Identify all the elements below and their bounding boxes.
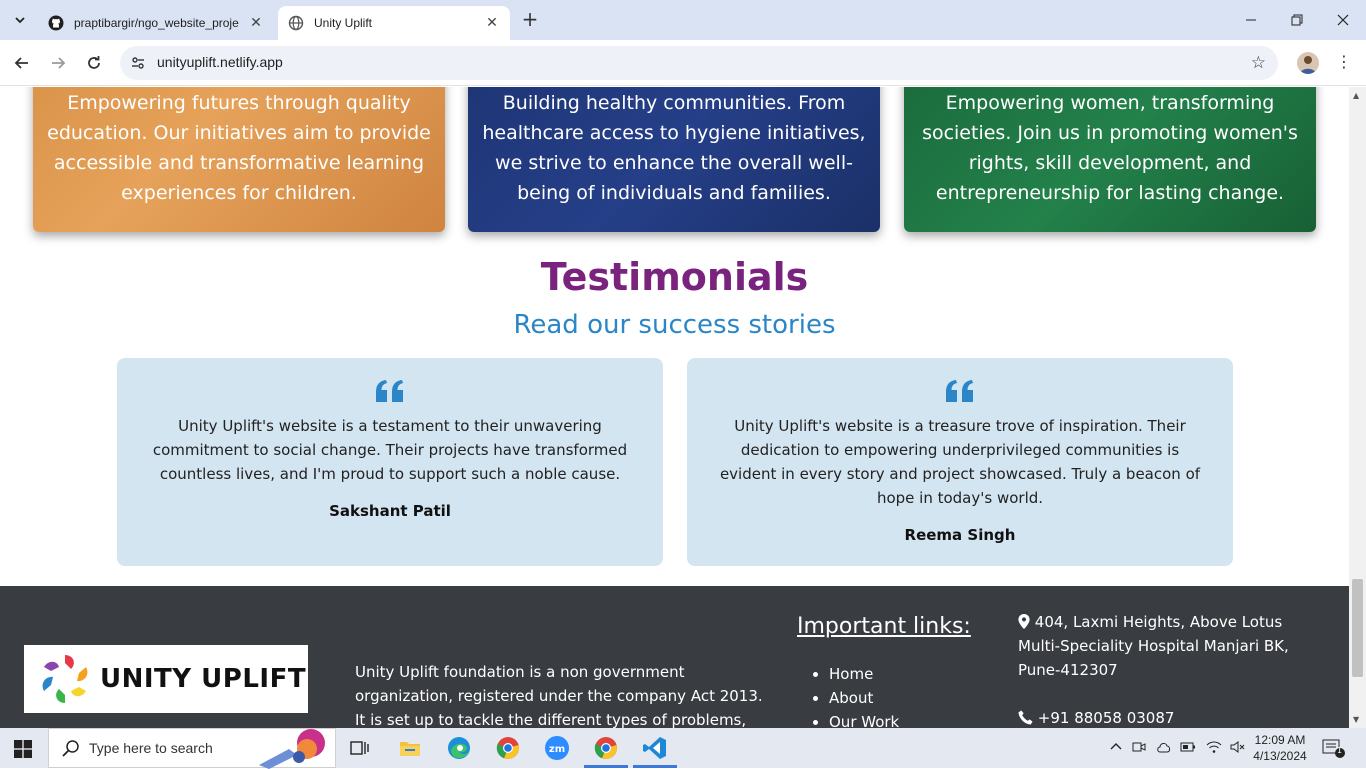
service-card-text: Building healthy communities. From healt… bbox=[482, 92, 866, 204]
scroll-up-arrow-icon[interactable]: ▲ bbox=[1353, 91, 1359, 100]
search-highlight-art-icon bbox=[259, 729, 325, 769]
quote-icon bbox=[946, 380, 973, 402]
service-card-women[interactable]: Empowering women, transforming societies… bbox=[904, 87, 1316, 232]
footer-logo[interactable]: UNITY UPLIFT bbox=[24, 645, 308, 713]
clock-time: 12:09 AM bbox=[1254, 733, 1306, 747]
footer-link-our-work[interactable]: Our Work bbox=[829, 710, 899, 728]
restore-icon[interactable] bbox=[1274, 0, 1320, 40]
notification-center-icon[interactable]: 1 bbox=[1322, 738, 1346, 758]
testimonial-author: Reema Singh bbox=[904, 526, 1016, 544]
forward-arrow-icon[interactable] bbox=[46, 51, 70, 75]
meet-now-icon[interactable] bbox=[1132, 740, 1146, 757]
minimize-icon[interactable] bbox=[1228, 0, 1274, 40]
testimonial-card: Unity Uplift's website is a treasure tro… bbox=[687, 358, 1233, 566]
back-arrow-icon[interactable] bbox=[10, 51, 34, 75]
notification-count-badge: 1 bbox=[1337, 746, 1343, 755]
tab-close-icon[interactable]: ✕ bbox=[484, 15, 500, 31]
file-explorer-icon[interactable] bbox=[396, 734, 424, 762]
profile-avatar[interactable] bbox=[1297, 52, 1319, 74]
onedrive-cloud-icon[interactable] bbox=[1156, 741, 1172, 756]
close-window-icon[interactable] bbox=[1320, 0, 1366, 40]
svg-text:zm: zm bbox=[549, 744, 565, 755]
site-info-icon[interactable] bbox=[130, 55, 146, 71]
windows-taskbar: Type here to search zm 12:09 AM 4/13/202… bbox=[0, 728, 1366, 769]
important-links-title: Important links: bbox=[797, 614, 971, 639]
new-tab-button[interactable]: + bbox=[518, 8, 542, 32]
wifi-icon[interactable] bbox=[1206, 740, 1222, 757]
tab-search-chevron-icon[interactable] bbox=[8, 8, 32, 32]
service-card-health[interactable]: Building healthy communities. From healt… bbox=[468, 87, 880, 232]
important-links-list: Home About Our Work bbox=[829, 662, 899, 728]
zoom-icon[interactable]: zm bbox=[543, 734, 571, 762]
chrome-active-icon[interactable] bbox=[584, 734, 628, 768]
logo-text: UNITY UPLIFT bbox=[100, 664, 307, 694]
phone-row: +91 88058 03087 bbox=[1018, 706, 1318, 728]
volume-muted-icon[interactable] bbox=[1230, 740, 1246, 757]
phone-text[interactable]: +91 88058 03087 bbox=[1038, 709, 1175, 727]
address-text: 404, Laxmi Heights, Above Lotus Multi-Sp… bbox=[1018, 613, 1289, 679]
site-footer: UNITY UPLIFT Unity Uplift foundation is … bbox=[0, 586, 1349, 728]
location-pin-icon bbox=[1018, 614, 1030, 629]
testimonials-subtitle: Read our success stories bbox=[513, 310, 836, 340]
service-card-text: Empowering women, transforming societies… bbox=[922, 92, 1298, 204]
github-icon bbox=[48, 15, 64, 31]
browser-toolbar: unityuplift.netlify.app ☆ bbox=[0, 40, 1366, 86]
footer-link-about[interactable]: About bbox=[829, 686, 899, 710]
service-card-education[interactable]: Empowering futures through quality educa… bbox=[33, 87, 445, 232]
quote-icon bbox=[376, 380, 403, 402]
testimonial-author: Sakshant Patil bbox=[329, 502, 451, 520]
windows-start-icon[interactable] bbox=[14, 740, 32, 758]
url-text[interactable]: unityuplift.netlify.app bbox=[157, 54, 283, 70]
scroll-thumb[interactable] bbox=[1352, 579, 1363, 677]
footer-about-text: Unity Uplift foundation is a non governm… bbox=[355, 663, 763, 728]
battery-icon[interactable] bbox=[1180, 740, 1196, 757]
taskbar-clock[interactable]: 12:09 AM 4/13/2024 bbox=[1250, 732, 1310, 764]
edge-browser-icon[interactable] bbox=[445, 734, 473, 762]
tab-close-icon[interactable]: ✕ bbox=[248, 15, 264, 31]
testimonials-title: Testimonials bbox=[540, 255, 809, 299]
tab-title: Unity Uplift bbox=[314, 16, 373, 30]
tray-chevron-up-icon[interactable] bbox=[1110, 741, 1122, 756]
globe-icon bbox=[288, 15, 304, 31]
clock-date: 4/13/2024 bbox=[1253, 749, 1307, 763]
bookmark-star-icon[interactable]: ☆ bbox=[1251, 53, 1266, 73]
browser-tab-strip: praptibargir/ngo_website_proje ✕ Unity U… bbox=[0, 0, 1366, 40]
search-icon bbox=[62, 740, 79, 757]
system-tray bbox=[1110, 728, 1246, 768]
page-scrollbar[interactable]: ▲ ▼ bbox=[1349, 87, 1366, 728]
tab-unity-uplift[interactable]: Unity Uplift ✕ bbox=[278, 6, 510, 40]
address-row: 404, Laxmi Heights, Above Lotus Multi-Sp… bbox=[1018, 610, 1318, 682]
testimonial-text: Unity Uplift's website is a treasure tro… bbox=[719, 417, 1201, 507]
search-placeholder: Type here to search bbox=[89, 740, 213, 756]
service-card-text: Empowering futures through quality educa… bbox=[47, 92, 431, 204]
phone-icon bbox=[1018, 710, 1033, 725]
footer-contact: 404, Laxmi Heights, Above Lotus Multi-Sp… bbox=[1018, 610, 1318, 728]
address-bar[interactable]: unityuplift.netlify.app ☆ bbox=[120, 46, 1278, 80]
testimonial-text: Unity Uplift's website is a testament to… bbox=[152, 417, 628, 483]
scroll-down-arrow-icon[interactable]: ▼ bbox=[1353, 715, 1359, 724]
task-view-icon[interactable] bbox=[346, 734, 374, 762]
testimonial-card: Unity Uplift's website is a testament to… bbox=[117, 358, 663, 566]
page-viewport: Empowering futures through quality educa… bbox=[0, 87, 1349, 728]
tab-github[interactable]: praptibargir/ngo_website_proje ✕ bbox=[38, 6, 274, 40]
tab-title: praptibargir/ngo_website_proje bbox=[74, 16, 239, 30]
taskbar-search-box[interactable]: Type here to search bbox=[48, 728, 336, 769]
chrome-icon[interactable] bbox=[494, 734, 522, 762]
reload-icon[interactable] bbox=[82, 51, 106, 75]
vscode-icon[interactable] bbox=[633, 734, 677, 768]
footer-link-home[interactable]: Home bbox=[829, 662, 899, 686]
browser-menu-icon[interactable]: ⋮ bbox=[1336, 52, 1352, 74]
unity-uplift-logo-icon bbox=[42, 655, 88, 703]
